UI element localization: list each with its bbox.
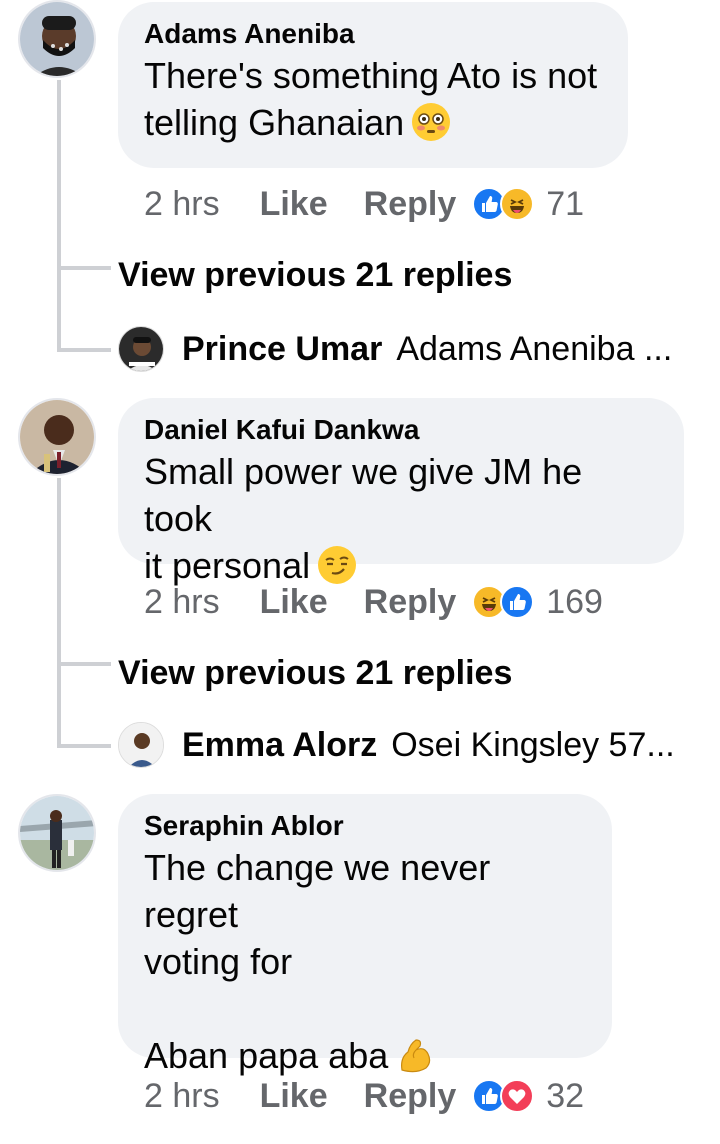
- reaction-count[interactable]: 71: [546, 185, 584, 224]
- avatar: [118, 326, 164, 372]
- haha-reaction-icon: [500, 187, 535, 221]
- comment-bubble: Adams Aneniba There's something Ato is n…: [118, 2, 628, 168]
- comment-time[interactable]: 2 hrs: [144, 583, 220, 622]
- reply-author: Emma Alorz: [182, 725, 378, 764]
- avatar[interactable]: [18, 0, 96, 78]
- view-previous-replies-link[interactable]: View previous 21 replies: [118, 256, 512, 295]
- thread-connector: [57, 662, 111, 666]
- view-previous-replies-link[interactable]: View previous 21 replies: [118, 654, 512, 693]
- reply-button[interactable]: Reply: [364, 583, 457, 622]
- thread-line: [57, 80, 61, 352]
- flushed-face-emoji: [412, 103, 451, 141]
- comment-author[interactable]: Daniel Kafui Dankwa: [144, 412, 658, 448]
- comment-author[interactable]: Seraphin Ablor: [144, 808, 586, 844]
- reply-author: Prince Umar: [182, 329, 383, 368]
- comment-time[interactable]: 2 hrs: [144, 185, 220, 224]
- thread-connector: [57, 744, 111, 748]
- reply-button[interactable]: Reply: [364, 1077, 457, 1116]
- comment-actions: 2 hrs Like Reply 32: [144, 1074, 584, 1118]
- avatar[interactable]: [18, 398, 96, 476]
- comment-actions: 2 hrs Like Reply 169: [144, 580, 603, 624]
- reaction-count[interactable]: 32: [546, 1077, 584, 1116]
- comment-text-line: telling Ghanaian: [144, 99, 602, 146]
- love-reaction-icon: [500, 1079, 535, 1113]
- comment-bubble: Daniel Kafui Dankwa Small power we give …: [118, 398, 684, 586]
- reply-preview[interactable]: Prince Umar Adams Aneniba ...: [118, 325, 672, 373]
- thread-connector: [57, 266, 111, 270]
- like-button[interactable]: Like: [260, 583, 328, 622]
- comment-text-line: The change we never regret: [144, 847, 491, 935]
- smirking-face-emoji: [318, 546, 357, 584]
- comment-time[interactable]: 2 hrs: [144, 1077, 220, 1116]
- comment-actions: 2 hrs Like Reply 71: [144, 182, 584, 226]
- avatar: [118, 722, 164, 768]
- reply-button[interactable]: Reply: [364, 185, 457, 224]
- comment-text-line: Aban papa aba: [144, 1032, 586, 1079]
- reply-preview-text: Osei Kingsley 57...: [391, 725, 675, 764]
- comment-author[interactable]: Adams Aneniba: [144, 16, 602, 52]
- flexed-biceps-emoji: [396, 1036, 434, 1074]
- like-button[interactable]: Like: [260, 185, 328, 224]
- reaction-icons[interactable]: [472, 187, 535, 221]
- comment-text-line: voting for: [144, 941, 293, 982]
- reaction-icons[interactable]: [472, 1079, 535, 1113]
- like-button[interactable]: Like: [260, 1077, 328, 1116]
- reply-preview-text: Adams Aneniba ...: [396, 329, 673, 368]
- thread-line: [57, 478, 61, 748]
- like-reaction-icon: [500, 585, 535, 619]
- thread-connector: [57, 348, 111, 352]
- avatar[interactable]: [18, 794, 96, 872]
- reaction-icons[interactable]: [472, 585, 535, 619]
- reply-preview[interactable]: Emma Alorz Osei Kingsley 57...: [118, 721, 675, 769]
- comment-text-line: There's something Ato is not: [144, 55, 598, 96]
- reaction-count[interactable]: 169: [546, 583, 603, 622]
- comment-bubble: Seraphin Ablor The change we never regre…: [118, 794, 612, 1076]
- comment-text-line: Small power we give JM he took: [144, 451, 583, 539]
